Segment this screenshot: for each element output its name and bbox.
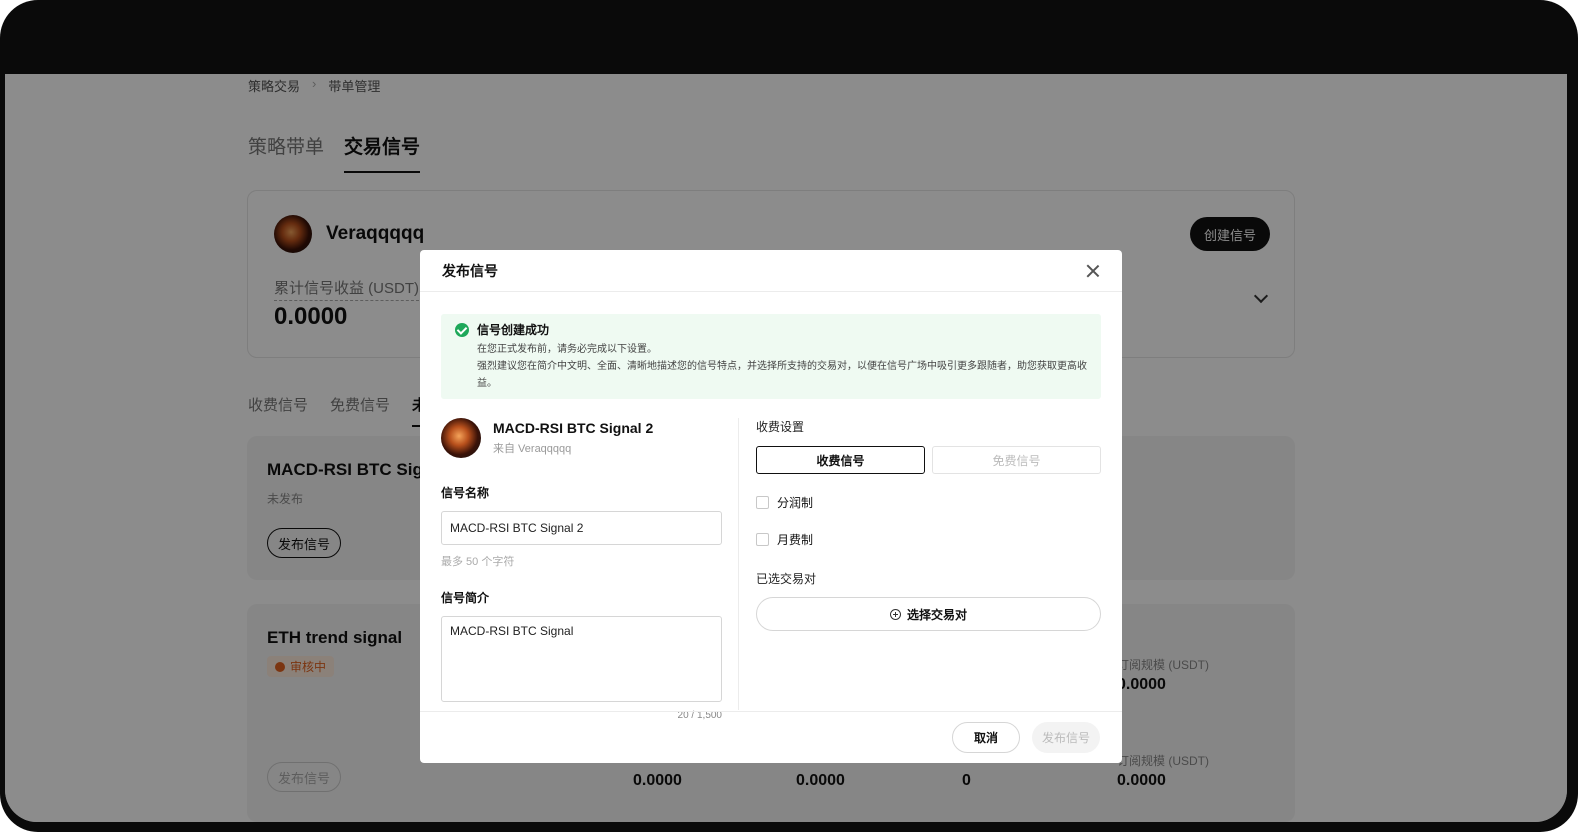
signal-name: MACD-RSI BTC Signal 2 [493,420,654,436]
plus-circle-icon [889,608,901,620]
signal-header: MACD-RSI BTC Signal 2 来自 Veraqqqqq [441,418,722,458]
profit-share-checkbox[interactable] [756,496,769,509]
selected-pairs-label: 已选交易对 [756,572,817,586]
avatar [441,418,481,458]
close-icon[interactable] [1086,264,1100,278]
fee-settings-label: 收费设置 [756,420,805,434]
cancel-button[interactable]: 取消 [952,722,1020,753]
success-alert: 信号创建成功 在您正式发布前，请务必完成以下设置。 强烈建议您在简介中文明、全面… [441,314,1101,399]
signal-name-label: 信号名称 [441,486,490,500]
alert-line: 在您正式发布前，请务必完成以下设置。 [477,344,657,355]
column-divider [738,418,739,710]
alert-title: 信号创建成功 [477,323,550,337]
signal-info-section: MACD-RSI BTC Signal 2 来自 Veraqqqqq 信号名称 … [441,418,722,721]
profit-share-option[interactable]: 分润制 [756,494,1101,511]
monthly-fee-option[interactable]: 月费制 [756,531,1101,548]
free-signal-option[interactable]: 免费信号 [932,446,1101,474]
alert-text: 在您正式发布前，请务必完成以下设置。 强烈建议您在简介中文明、全面、清晰地描述您… [455,341,1087,392]
dialog-header: 发布信号 [420,250,1122,292]
dialog-title: 发布信号 [442,262,498,279]
signal-intro-textarea[interactable]: MACD-RSI BTC Signal [441,616,722,702]
fee-settings-section: 收费设置 收费信号 免费信号 分润制 月费制 已选交易对 选择交易对 [756,418,1101,631]
monthly-fee-checkbox[interactable] [756,533,769,546]
monthly-fee-label: 月费制 [777,533,814,547]
select-pairs-label: 选择交易对 [906,607,967,622]
signal-intro-label: 信号简介 [441,591,490,605]
select-pairs-button[interactable]: 选择交易对 [756,597,1101,631]
profit-share-label: 分润制 [777,496,814,510]
dialog-footer: 取消 发布信号 [420,711,1122,763]
publish-signal-dialog: 发布信号 信号创建成功 在您正式发布前，请务必完成以下设置。 强烈建议您在简介中… [420,250,1122,763]
fee-type-toggle: 收费信号 免费信号 [756,446,1101,474]
alert-line: 强烈建议您在简介中文明、全面、清晰地描述您的信号特点，并选择所支持的交易对，以便… [477,361,1087,389]
publish-button[interactable]: 发布信号 [1032,722,1100,753]
paid-signal-option[interactable]: 收费信号 [756,446,925,474]
check-circle-icon [455,322,469,337]
signal-name-input[interactable]: MACD-RSI BTC Signal 2 [441,511,722,545]
alert-title-row: 信号创建成功 [455,321,1087,338]
signal-author: 来自 Veraqqqqq [493,443,572,455]
signal-name-hint: 最多 50 个字符 [441,556,515,568]
